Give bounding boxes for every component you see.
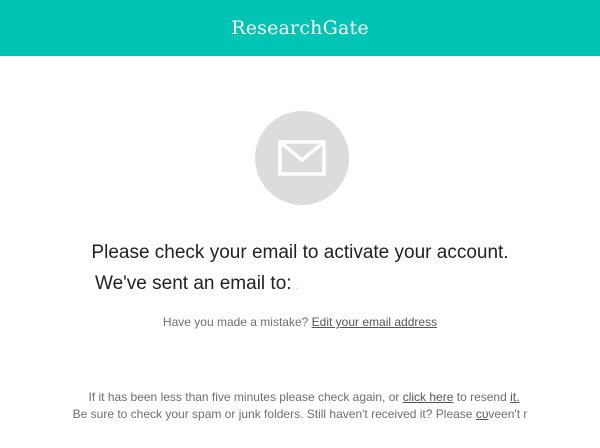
- spam-line: Be sure to check your spam or junk folde…: [0, 407, 600, 421]
- resend-middle: to resend: [456, 390, 507, 404]
- activation-page: ResearchGate Please check your email to …: [0, 0, 600, 448]
- edit-email-link[interactable]: Edit your email address: [312, 315, 437, 329]
- resend-line: If it has been less than five minutes pl…: [0, 390, 600, 404]
- email-redacted: ..: [291, 278, 299, 292]
- top-bar: ResearchGate: [0, 0, 600, 56]
- mistake-line: Have you made a mistake? Edit your email…: [0, 315, 600, 329]
- resend-prompt: If it has been less than five minutes pl…: [88, 390, 400, 404]
- brand-logo[interactable]: ResearchGate: [231, 17, 369, 39]
- envelope-icon: [255, 111, 349, 205]
- click-here-link[interactable]: click here: [403, 390, 454, 404]
- spam-suffix: veen't r: [488, 407, 528, 421]
- envelope-icon-graphic: [278, 140, 326, 176]
- sent-to-line: We've sent an email to:..: [95, 273, 298, 295]
- activation-headline: Please check your email to activate your…: [91, 242, 509, 263]
- spam-prompt: Be sure to check your spam or junk folde…: [72, 407, 473, 421]
- mistake-prompt: Have you made a mistake?: [162, 315, 309, 329]
- contact-link[interactable]: cᴜ: [476, 407, 489, 421]
- resend-it-link[interactable]: it.: [510, 390, 519, 404]
- sent-to-label: We've sent an email to:: [95, 273, 292, 294]
